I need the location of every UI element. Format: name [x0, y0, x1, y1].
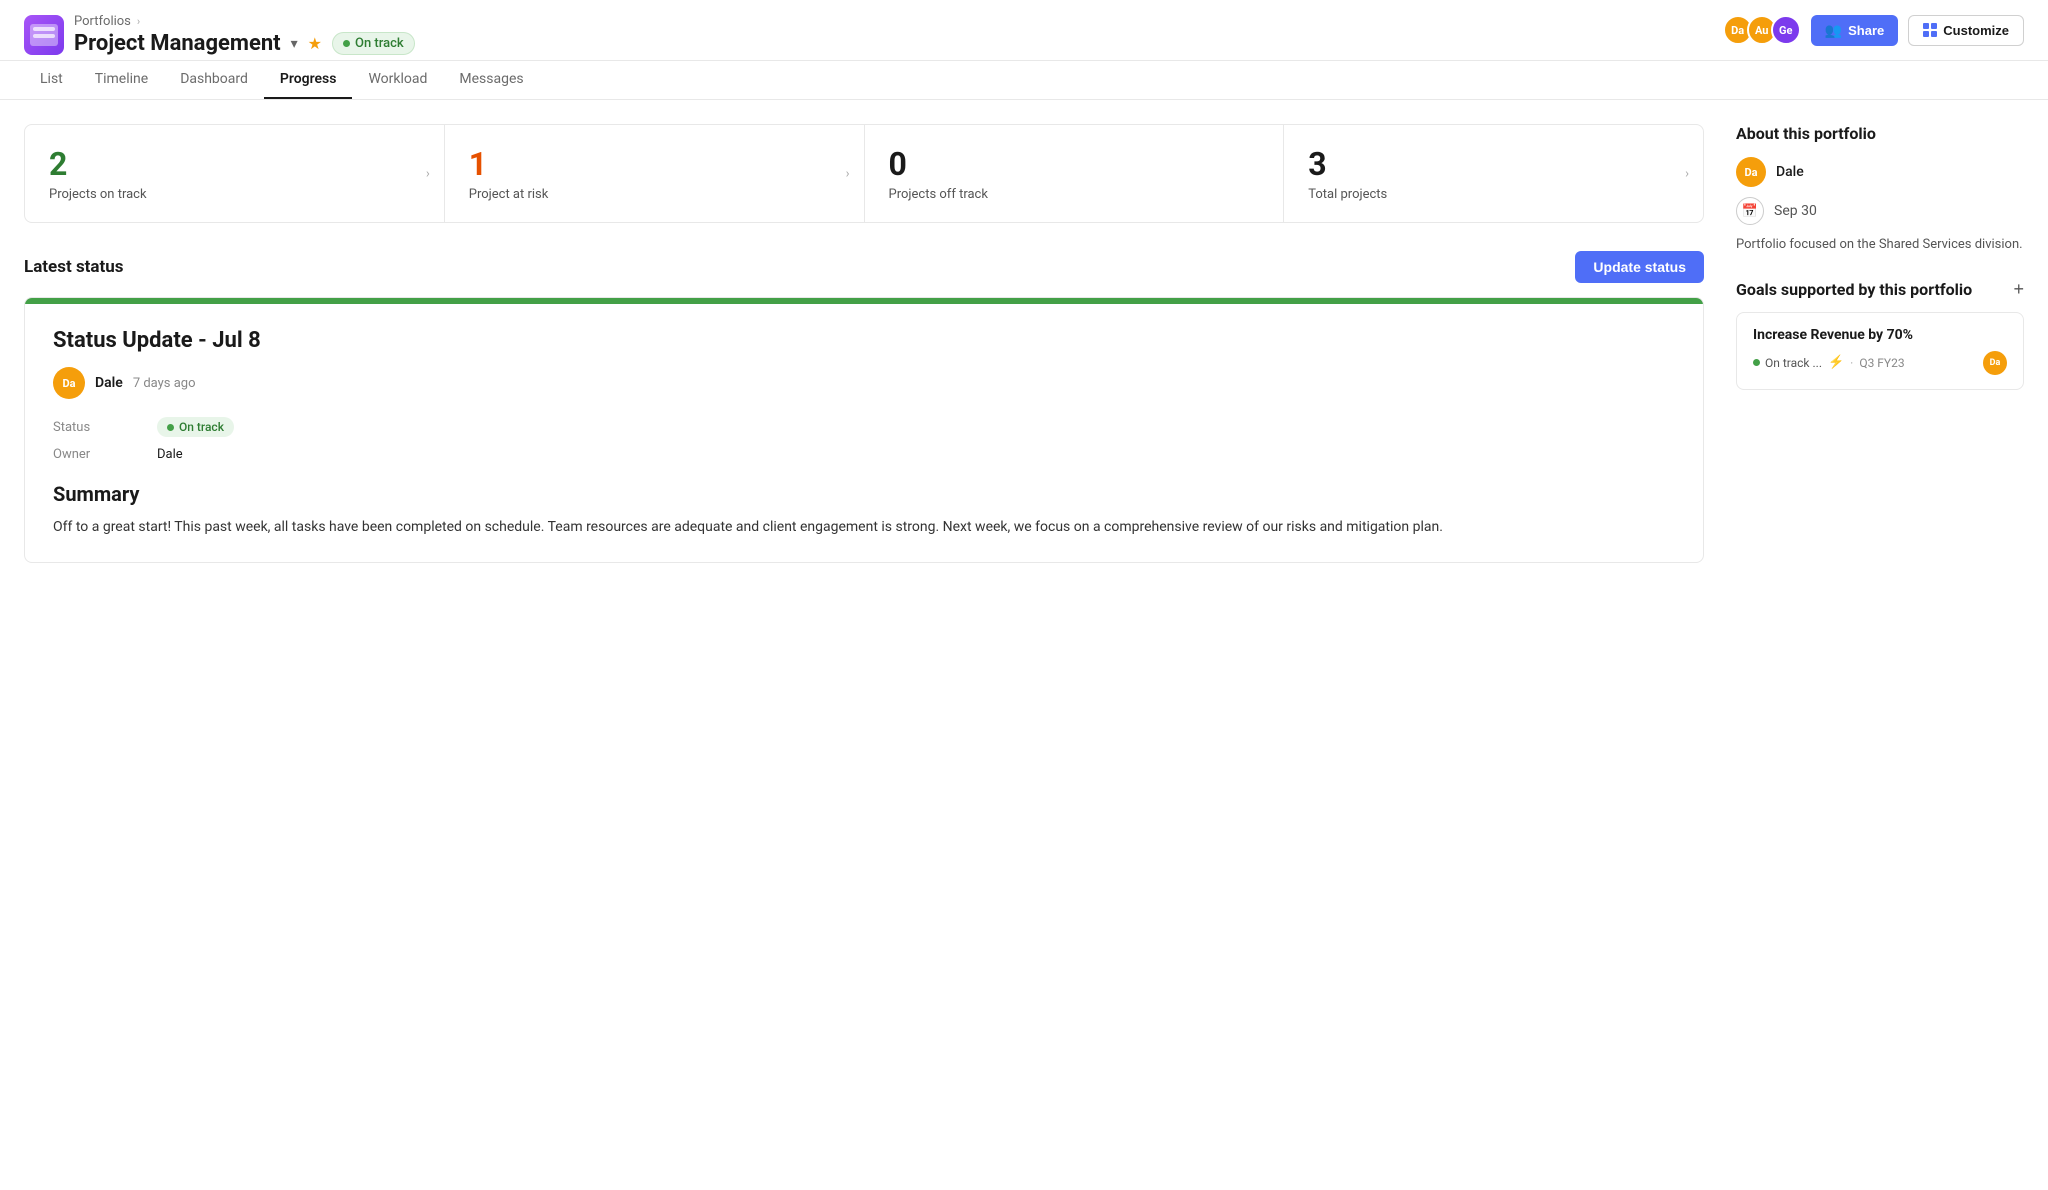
breadcrumb-arrow: ›: [137, 15, 140, 28]
status-dot-icon: [343, 40, 350, 47]
breadcrumb: Portfolios ›: [74, 14, 140, 29]
goal-card[interactable]: Increase Revenue by 70% On track ... ⚡ ·…: [1736, 312, 2024, 390]
tab-workload[interactable]: Workload: [352, 61, 443, 99]
customize-button[interactable]: Customize: [1908, 15, 2024, 46]
stat-off-track[interactable]: 0 Projects off track: [865, 125, 1285, 222]
latest-status-title: Latest status: [24, 257, 124, 277]
status-card-body: Status Update - Jul 8 Da Dale 7 days ago…: [25, 304, 1703, 562]
owner-field-value: Dale: [157, 447, 183, 462]
stat-number-at-risk: 1: [469, 145, 840, 183]
status-update-title: Status Update - Jul 8: [53, 328, 1675, 353]
customize-grid-icon: [1923, 23, 1937, 37]
title-chevron-icon[interactable]: ▾: [291, 36, 298, 52]
share-people-icon: 👥: [1825, 22, 1842, 39]
title-row: Portfolios › Project Management ▾ ★ On t…: [24, 14, 415, 56]
stat-total[interactable]: 3 Total projects ›: [1284, 125, 1703, 222]
avatar-ge[interactable]: Ge: [1771, 15, 1801, 45]
status-card: Status Update - Jul 8 Da Dale 7 days ago…: [24, 297, 1704, 563]
tab-timeline[interactable]: Timeline: [79, 61, 164, 99]
stat-on-track[interactable]: 2 Projects on track ›: [25, 125, 445, 222]
summary-title: Summary: [53, 482, 1675, 506]
goal-owner-avatar: Da: [1983, 351, 2007, 375]
status-time-ago: 7 days ago: [133, 376, 196, 391]
goals-title: Goals supported by this portfolio: [1736, 280, 1972, 299]
stat-number-total: 3: [1308, 145, 1679, 183]
about-owner-avatar: Da: [1736, 157, 1766, 187]
header-left: Portfolios › Project Management ▾ ★ On t…: [24, 14, 415, 60]
goals-section-header: Goals supported by this portfolio +: [1736, 279, 2024, 300]
main-left: 2 Projects on track › 1 Project at risk …: [24, 124, 1704, 563]
stat-number-on-track: 2: [49, 145, 420, 183]
update-status-button[interactable]: Update status: [1575, 251, 1704, 283]
calendar-icon: 📅: [1736, 197, 1764, 225]
header-right: Da Au Ge 👥 Share Customize: [1723, 15, 2024, 46]
goal-meta: On track ... ⚡ · Q3 FY23 Da: [1753, 351, 2007, 375]
add-goal-button[interactable]: +: [2013, 279, 2024, 300]
goal-status: On track ...: [1753, 356, 1822, 370]
stat-arrow-total-icon: ›: [1685, 166, 1689, 181]
main-content: 2 Projects on track › 1 Project at risk …: [0, 100, 2048, 563]
stat-arrow-at-risk-icon: ›: [846, 166, 850, 181]
tab-messages[interactable]: Messages: [443, 61, 539, 99]
stats-row: 2 Projects on track › 1 Project at risk …: [24, 124, 1704, 223]
tab-list[interactable]: List: [24, 61, 79, 99]
stat-number-off-track: 0: [889, 145, 1260, 183]
about-owner-row: Da Dale: [1736, 157, 2024, 187]
about-date: Sep 30: [1774, 203, 1817, 219]
stat-at-risk[interactable]: 1 Project at risk ›: [445, 125, 865, 222]
stat-arrow-on-track-icon: ›: [426, 166, 430, 181]
header: Portfolios › Project Management ▾ ★ On t…: [0, 0, 2048, 61]
about-portfolio-title: About this portfolio: [1736, 124, 2024, 143]
status-badge-dot-icon: [167, 424, 174, 431]
status-field-owner: Owner Dale: [53, 447, 1675, 462]
status-meta: Da Dale 7 days ago: [53, 367, 1675, 399]
collaborator-avatars: Da Au Ge: [1723, 15, 1801, 45]
tab-dashboard[interactable]: Dashboard: [164, 61, 264, 99]
status-field-label: Status: [53, 420, 133, 435]
goal-quarter: Q3 FY23: [1859, 356, 1904, 370]
tab-progress[interactable]: Progress: [264, 61, 353, 99]
status-fields: Status On track Owner Dale: [53, 417, 1675, 462]
status-field-status: Status On track: [53, 417, 1675, 437]
latest-status-header: Latest status Update status: [24, 251, 1704, 283]
sidebar-right: About this portfolio Da Dale 📅 Sep 30 Po…: [1704, 124, 2024, 563]
summary-text: Off to a great start! This past week, al…: [53, 516, 1675, 538]
page-title: Project Management: [74, 31, 281, 56]
status-badge: On track: [332, 32, 415, 55]
goal-lightning-icon: ⚡: [1828, 355, 1844, 370]
goal-name: Increase Revenue by 70%: [1753, 327, 2007, 343]
portfolio-folder-icon: [24, 15, 64, 55]
folder-inner: [30, 24, 58, 46]
status-author-name: Dale: [95, 375, 123, 391]
stat-label-total: Total projects: [1308, 187, 1679, 202]
stat-label-at-risk: Project at risk: [469, 187, 840, 202]
stat-label-off-track: Projects off track: [889, 187, 1260, 202]
goal-status-dot-icon: [1753, 359, 1760, 366]
about-description: Portfolio focused on the Shared Services…: [1736, 235, 2024, 255]
status-field-value-badge: On track: [157, 417, 234, 437]
owner-field-label: Owner: [53, 447, 133, 462]
nav-tabs: List Timeline Dashboard Progress Workloa…: [0, 61, 2048, 100]
about-owner-name: Dale: [1776, 164, 1804, 180]
stat-label-on-track: Projects on track: [49, 187, 420, 202]
about-date-row: 📅 Sep 30: [1736, 197, 2024, 225]
favorite-star-icon[interactable]: ★: [308, 34, 322, 53]
share-button[interactable]: 👥 Share: [1811, 15, 1899, 46]
status-author-avatar: Da: [53, 367, 85, 399]
goal-status-row: On track ... ⚡ · Q3 FY23: [1753, 355, 1905, 370]
